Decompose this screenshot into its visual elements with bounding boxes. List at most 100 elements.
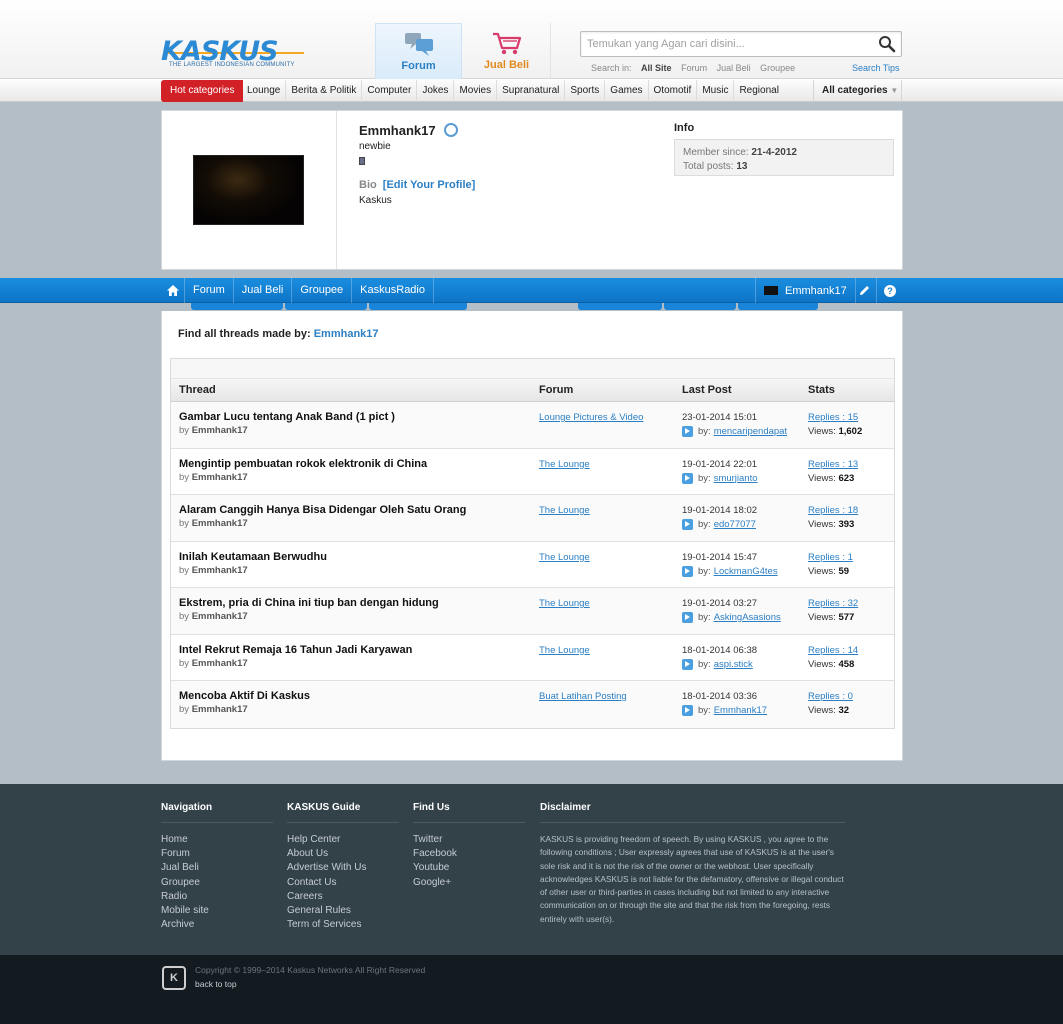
- last-post-user-link[interactable]: edo77077: [714, 519, 756, 530]
- nav-kaskusradio[interactable]: KaskusRadio: [352, 278, 434, 303]
- thread-title-link[interactable]: Alaram Canggih Hanya Bisa Didengar Oleh …: [179, 504, 466, 516]
- search-scope-groupee[interactable]: Groupee: [760, 63, 795, 73]
- last-post-user-link[interactable]: AskingAsasions: [714, 612, 781, 623]
- go-to-last-post-icon[interactable]: [682, 612, 693, 623]
- thread-title-link[interactable]: Mengintip pembuatan rokok elektronik di …: [179, 458, 427, 470]
- category-berita-politik[interactable]: Berita & Politik: [286, 80, 363, 102]
- thread-author: by Emmhank17: [179, 565, 327, 576]
- replies-link[interactable]: Replies : 15: [808, 412, 862, 423]
- footer-link-advertise[interactable]: Advertise With Us: [287, 861, 399, 875]
- find-user-link[interactable]: Emmhank17: [314, 328, 379, 340]
- search-scope-forum[interactable]: Forum: [681, 63, 707, 73]
- replies-link[interactable]: Replies : 13: [808, 459, 858, 470]
- member-since-value: 21-4-2012: [751, 147, 797, 158]
- last-post-user-link[interactable]: LockmanG4tes: [714, 566, 778, 577]
- last-post-user-link[interactable]: smurjianto: [714, 473, 758, 484]
- last-post-user-link[interactable]: Emmhank17: [714, 705, 767, 716]
- last-post-by: by: aspi.stick: [682, 658, 757, 670]
- thread-forum-link[interactable]: Buat Latihan Posting: [539, 691, 627, 702]
- tab-forum[interactable]: Forum: [375, 23, 462, 79]
- footer-link-jual-beli[interactable]: Jual Beli: [161, 861, 273, 875]
- footer-link-contact-us[interactable]: Contact Us: [287, 876, 399, 890]
- back-to-top-link[interactable]: back to top: [195, 979, 237, 989]
- search-scope-jual-beli[interactable]: Jual Beli: [717, 63, 751, 73]
- home-button[interactable]: [161, 278, 185, 303]
- all-categories-dropdown[interactable]: All categories ▼: [813, 80, 902, 102]
- go-to-last-post-icon[interactable]: [682, 565, 693, 577]
- category-computer[interactable]: Computer: [362, 80, 418, 102]
- search-tips-link[interactable]: Search Tips: [852, 63, 900, 73]
- footer-link-general-rules[interactable]: General Rules: [287, 904, 399, 918]
- footer-link-groupee[interactable]: Groupee: [161, 876, 273, 890]
- nav-jual-beli[interactable]: Jual Beli: [234, 278, 293, 303]
- hot-categories-button[interactable]: Hot categories: [161, 80, 244, 102]
- replies-link[interactable]: Replies : 32: [808, 598, 858, 609]
- category-games[interactable]: Games: [605, 80, 649, 102]
- footer-link-terms[interactable]: Term of Services: [287, 918, 399, 932]
- footer-link-facebook[interactable]: Facebook: [413, 847, 525, 861]
- footer-link-about-us[interactable]: About Us: [287, 847, 399, 861]
- go-to-last-post-icon[interactable]: [682, 426, 693, 437]
- footer-link-careers[interactable]: Careers: [287, 890, 399, 904]
- footer-link-home[interactable]: Home: [161, 833, 273, 847]
- footer-link-youtube[interactable]: Youtube: [413, 861, 525, 875]
- tab-jual-beli[interactable]: Jual Beli: [463, 23, 551, 79]
- category-movies[interactable]: Movies: [454, 80, 498, 102]
- go-to-last-post-icon[interactable]: [682, 519, 693, 530]
- category-lounge[interactable]: Lounge: [242, 80, 287, 102]
- search-icon[interactable]: [878, 35, 896, 53]
- total-posts-value: 13: [736, 161, 748, 172]
- member-since-label: Member since:: [683, 147, 749, 158]
- category-otomotif[interactable]: Otomotif: [649, 80, 698, 102]
- replies-link[interactable]: Replies : 1: [808, 552, 853, 563]
- replies-link[interactable]: Replies : 14: [808, 645, 858, 656]
- thread-rows: Gambar Lucu tentang Anak Band (1 pict ) b…: [171, 402, 894, 728]
- search-scope-all-site[interactable]: All Site: [641, 63, 672, 73]
- replies-link[interactable]: Replies : 0: [808, 691, 853, 702]
- search-input[interactable]: [587, 35, 867, 53]
- thread-title-link[interactable]: Intel Rekrut Remaja 16 Tahun Jadi Karyaw…: [179, 644, 412, 656]
- last-post-user-link[interactable]: mencaripendapat: [714, 426, 787, 437]
- strip-tab: [285, 303, 367, 310]
- category-supranatural[interactable]: Supranatural: [497, 80, 566, 102]
- nav-user-menu[interactable]: Emmhank17: [755, 278, 856, 303]
- thread-forum-link[interactable]: The Lounge: [539, 552, 590, 563]
- edit-button[interactable]: [852, 278, 877, 303]
- category-sports[interactable]: Sports: [565, 80, 606, 102]
- category-music[interactable]: Music: [697, 80, 735, 102]
- footer-link-twitter[interactable]: Twitter: [413, 833, 525, 847]
- go-to-last-post-icon[interactable]: [682, 705, 693, 716]
- footer-link-google-plus[interactable]: Google+: [413, 876, 525, 890]
- main-navbar: Forum Jual Beli Groupee KaskusRadio Emmh…: [0, 278, 1063, 303]
- footer-link-forum[interactable]: Forum: [161, 847, 273, 861]
- category-jokes[interactable]: Jokes: [417, 80, 455, 102]
- footer-link-archive[interactable]: Archive: [161, 918, 273, 932]
- kaskus-logo[interactable]: KASKUS THE LARGEST INDONESIAN COMMUNITY: [161, 37, 306, 73]
- thread-title-link[interactable]: Ekstrem, pria di China ini tiup ban deng…: [179, 597, 439, 609]
- thread-forum-link[interactable]: The Lounge: [539, 459, 590, 470]
- thread-forum-link[interactable]: Lounge Pictures & Video: [539, 412, 643, 423]
- go-to-last-post-icon[interactable]: [682, 472, 693, 484]
- kaskus-k-icon[interactable]: K: [162, 966, 186, 990]
- footer-link-radio[interactable]: Radio: [161, 890, 273, 904]
- thread-title-link[interactable]: Gambar Lucu tentang Anak Band (1 pict ): [179, 411, 395, 423]
- edit-profile-link[interactable]: [Edit Your Profile]: [383, 179, 476, 191]
- thread-title-link[interactable]: Mencoba Aktif Di Kaskus: [179, 690, 310, 702]
- footer-link-mobile-site[interactable]: Mobile site: [161, 904, 273, 918]
- last-post-date: 19-01-2014 22:01: [682, 458, 758, 470]
- replies-link[interactable]: Replies : 18: [808, 505, 858, 516]
- nav-groupee[interactable]: Groupee: [292, 278, 353, 303]
- thread-forum-link[interactable]: The Lounge: [539, 645, 590, 656]
- threads-table: Thread Forum Last Post Stats Gambar Lucu…: [170, 358, 895, 729]
- thread-author-name: Emmhank17: [191, 471, 248, 483]
- nav-forum[interactable]: Forum: [185, 278, 234, 303]
- last-post-user-link[interactable]: aspi.stick: [714, 659, 753, 670]
- thread-forum-link[interactable]: The Lounge: [539, 505, 590, 516]
- help-button[interactable]: ?: [877, 278, 903, 303]
- go-to-last-post-icon[interactable]: [682, 658, 693, 670]
- category-regional[interactable]: Regional: [734, 80, 783, 102]
- column-header-last-post: Last Post: [682, 384, 732, 396]
- thread-title-link[interactable]: Inilah Keutamaan Berwudhu: [179, 551, 327, 563]
- thread-forum-link[interactable]: The Lounge: [539, 598, 590, 609]
- footer-link-help-center[interactable]: Help Center: [287, 833, 399, 847]
